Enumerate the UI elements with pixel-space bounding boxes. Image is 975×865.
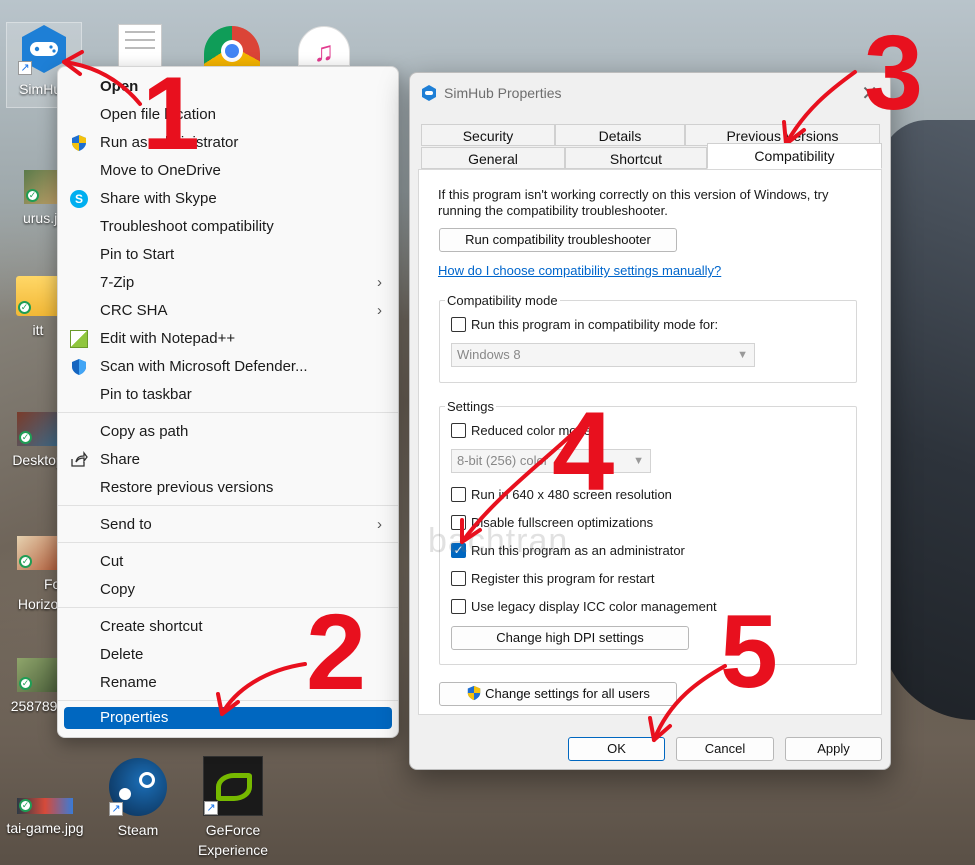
annotation-number-4: 4	[552, 389, 615, 514]
annotation-number-5: 5	[720, 594, 778, 710]
annotation-number-3: 3	[864, 14, 923, 132]
tab-compatibility[interactable]: Compatibility	[707, 143, 882, 169]
annotation-number-2: 2	[306, 591, 367, 712]
annotation-number-1: 1	[142, 56, 200, 172]
